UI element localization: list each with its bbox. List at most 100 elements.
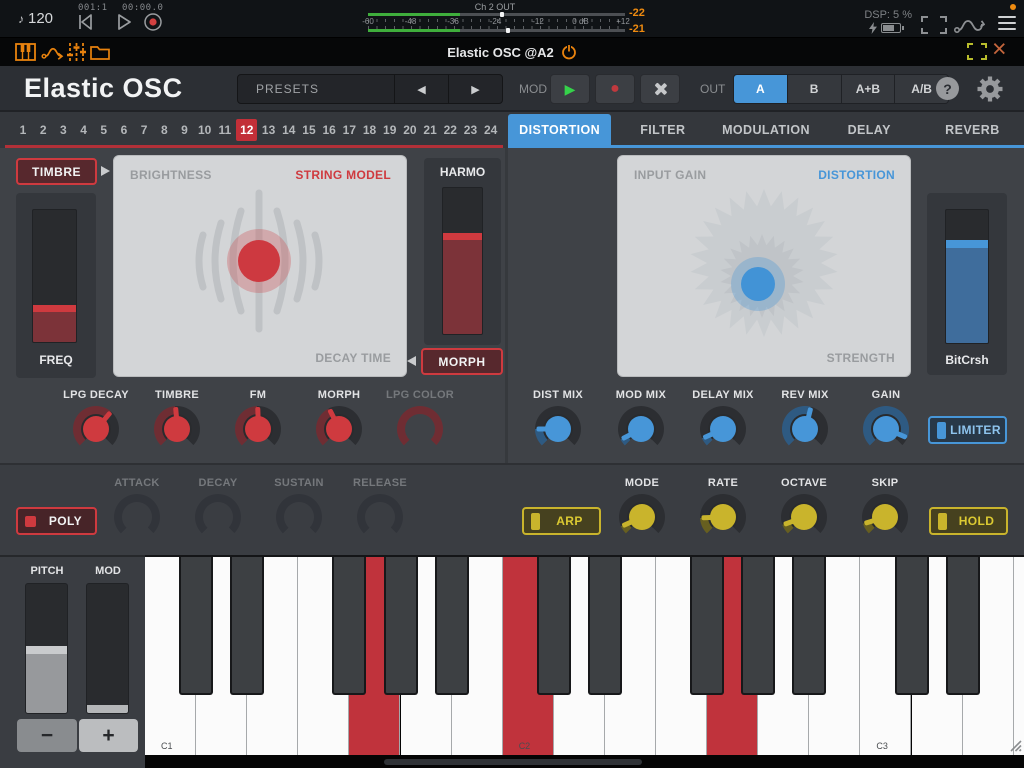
- rewind-button[interactable]: [74, 12, 96, 32]
- voice-count-6[interactable]: 6: [115, 119, 133, 141]
- black-key-Cs3[interactable]: [895, 557, 929, 695]
- bitcrush-slider[interactable]: [945, 209, 989, 344]
- voice-count-24[interactable]: 24: [482, 119, 500, 141]
- settings-gear-icon[interactable]: [975, 74, 1005, 104]
- xy-cursor[interactable]: [238, 240, 280, 282]
- voice-count-20[interactable]: 20: [401, 119, 419, 141]
- voice-count-17[interactable]: 17: [340, 119, 358, 141]
- tab-delay[interactable]: DELAY: [818, 114, 921, 145]
- out-option-ab[interactable]: A+B: [841, 75, 895, 103]
- out-option-b[interactable]: B: [787, 75, 841, 103]
- mod-clear-button[interactable]: [640, 74, 680, 104]
- white-key-F3[interactable]: [1014, 557, 1024, 755]
- octave-up-button[interactable]: +: [79, 719, 138, 752]
- black-key-Gs1[interactable]: [384, 557, 418, 695]
- voice-count-13[interactable]: 13: [260, 119, 278, 141]
- knob-dist-mix[interactable]: DIST MIX: [516, 389, 600, 452]
- play-button[interactable]: [112, 12, 134, 32]
- voice-count-19[interactable]: 19: [381, 119, 399, 141]
- knob-skip[interactable]: SKIP: [843, 477, 927, 540]
- voice-count-23[interactable]: 23: [461, 119, 479, 141]
- knob-delay-mix[interactable]: DELAY MIX: [681, 389, 765, 452]
- knob-morph[interactable]: MORPH: [297, 389, 381, 452]
- limiter-button[interactable]: LIMITER: [928, 416, 1007, 444]
- tab-modulation[interactable]: MODULATION: [714, 114, 817, 145]
- knob-gain[interactable]: GAIN: [844, 389, 928, 452]
- out-option-a[interactable]: A: [734, 75, 787, 103]
- octave-down-button[interactable]: −: [17, 719, 77, 752]
- knob-fm[interactable]: FM: [216, 389, 300, 452]
- knob-octave[interactable]: OCTAVE: [762, 477, 846, 540]
- knob-timbre[interactable]: TIMBRE: [135, 389, 219, 452]
- power-icon[interactable]: [561, 44, 577, 60]
- help-button[interactable]: ?: [936, 77, 959, 100]
- record-button[interactable]: [142, 12, 164, 32]
- voice-count-5[interactable]: 5: [95, 119, 113, 141]
- tab-filter[interactable]: FILTER: [611, 114, 714, 145]
- voice-count-1[interactable]: 1: [14, 119, 32, 141]
- black-key-Ds3[interactable]: [946, 557, 980, 695]
- tab-reverb[interactable]: REVERB: [921, 114, 1024, 145]
- black-key-Cs2[interactable]: [537, 557, 571, 695]
- black-key-Fs2[interactable]: [690, 557, 724, 695]
- arp-button[interactable]: ARP: [522, 507, 601, 535]
- poly-button[interactable]: POLY: [16, 507, 97, 535]
- black-key-Ds1[interactable]: [230, 557, 264, 695]
- preset-prev-button[interactable]: ◀: [394, 75, 448, 103]
- knob-mode[interactable]: MODE: [600, 477, 684, 540]
- knob-lpg-decay[interactable]: LPG DECAY: [54, 389, 138, 452]
- voice-count-21[interactable]: 21: [421, 119, 439, 141]
- mixer-icon[interactable]: [67, 43, 86, 61]
- tab-distortion[interactable]: DISTORTION: [508, 114, 611, 145]
- mod-play-button[interactable]: ▶: [550, 74, 590, 104]
- piano-keyboard[interactable]: C1C2C3: [145, 555, 1024, 768]
- pitch-wheel[interactable]: [25, 583, 68, 714]
- timbre-button[interactable]: TIMBRE: [16, 158, 97, 185]
- routing-icon[interactable]: [953, 14, 985, 36]
- keyboard-icon[interactable]: [15, 43, 36, 61]
- hold-button[interactable]: HOLD: [929, 507, 1008, 535]
- black-key-Gs2[interactable]: [741, 557, 775, 695]
- voice-count-7[interactable]: 7: [135, 119, 153, 141]
- voice-count-16[interactable]: 16: [320, 119, 338, 141]
- voice-count-9[interactable]: 9: [176, 119, 194, 141]
- voice-count-2[interactable]: 2: [34, 119, 52, 141]
- folder-icon[interactable]: [90, 44, 110, 60]
- osc-xy-pad[interactable]: BRIGHTNESS STRING MODEL DECAY TIME: [113, 155, 407, 377]
- voice-count-14[interactable]: 14: [280, 119, 298, 141]
- black-key-Fs1[interactable]: [332, 557, 366, 695]
- voice-count-8[interactable]: 8: [155, 119, 173, 141]
- menu-icon[interactable]: [998, 16, 1016, 34]
- knob-rate[interactable]: RATE: [681, 477, 765, 540]
- morph-button[interactable]: MORPH: [421, 348, 503, 375]
- black-key-Ds2[interactable]: [588, 557, 622, 695]
- voice-count-3[interactable]: 3: [54, 119, 72, 141]
- voice-count-10[interactable]: 10: [196, 119, 214, 141]
- expand-icon[interactable]: [967, 43, 987, 60]
- signal-flow-icon[interactable]: [41, 45, 65, 60]
- xy-cursor[interactable]: [741, 267, 775, 301]
- fullscreen-icon[interactable]: [921, 16, 947, 34]
- tempo-display[interactable]: ♪ 120: [18, 10, 53, 27]
- keyboard-scrollbar[interactable]: [384, 759, 642, 765]
- voice-count-4[interactable]: 4: [75, 119, 93, 141]
- fx-xy-pad[interactable]: INPUT GAIN DISTORTION STRENGTH: [617, 155, 911, 377]
- black-key-As1[interactable]: [435, 557, 469, 695]
- presets-selector[interactable]: PRESETS ◀ ▶: [237, 74, 503, 104]
- voice-count-11[interactable]: 11: [216, 119, 234, 141]
- black-key-As2[interactable]: [792, 557, 826, 695]
- black-key-Cs1[interactable]: [179, 557, 213, 695]
- voice-count-12[interactable]: 12: [236, 119, 257, 141]
- knob-rev-mix[interactable]: REV MIX: [763, 389, 847, 452]
- voice-count-18[interactable]: 18: [361, 119, 379, 141]
- voice-count-15[interactable]: 15: [300, 119, 318, 141]
- preset-next-button[interactable]: ▶: [448, 75, 502, 103]
- mod-record-button[interactable]: ●: [595, 74, 635, 104]
- mod-wheel[interactable]: [86, 583, 129, 714]
- knob-mod-mix[interactable]: MOD MIX: [599, 389, 683, 452]
- harmo-slider[interactable]: [442, 187, 483, 335]
- voice-count-22[interactable]: 22: [441, 119, 459, 141]
- freq-slider[interactable]: [32, 209, 77, 343]
- resize-grip-icon[interactable]: [1006, 736, 1022, 752]
- close-icon[interactable]: ×: [992, 35, 1007, 63]
